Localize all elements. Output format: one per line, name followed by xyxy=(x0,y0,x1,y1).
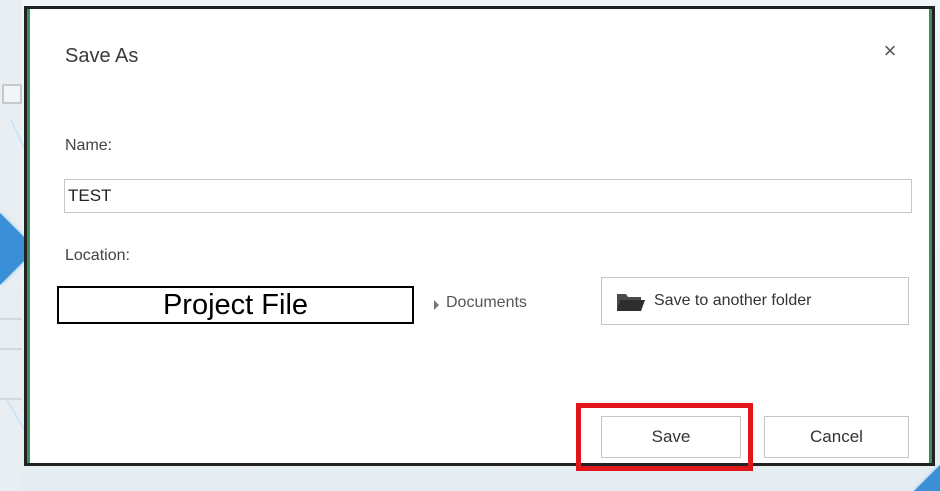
location-current-folder[interactable]: Project File xyxy=(57,286,414,324)
save-to-another-folder-label: Save to another folder xyxy=(654,292,812,309)
dialog-title: Save As xyxy=(65,45,139,67)
cancel-button[interactable]: Cancel xyxy=(764,416,909,458)
chevron-right-icon xyxy=(434,300,439,310)
folder-icon xyxy=(617,294,645,311)
callout-arrow-icon xyxy=(914,465,940,491)
background-divider xyxy=(0,318,22,320)
name-label: Name: xyxy=(65,137,113,154)
save-as-dialog: Save As × Name: Location: Project File D… xyxy=(24,6,935,471)
save-button[interactable]: Save xyxy=(601,416,741,458)
background-divider xyxy=(0,398,22,400)
save-to-another-folder-button[interactable]: Save to another folder xyxy=(601,277,909,325)
location-label: Location: xyxy=(65,247,130,264)
name-input[interactable] xyxy=(64,179,912,213)
breadcrumb-documents[interactable]: Documents xyxy=(446,294,527,312)
close-icon: × xyxy=(883,38,897,63)
background-toolbar-icon xyxy=(2,84,22,104)
background-divider xyxy=(0,348,22,350)
close-button[interactable]: × xyxy=(876,37,904,65)
